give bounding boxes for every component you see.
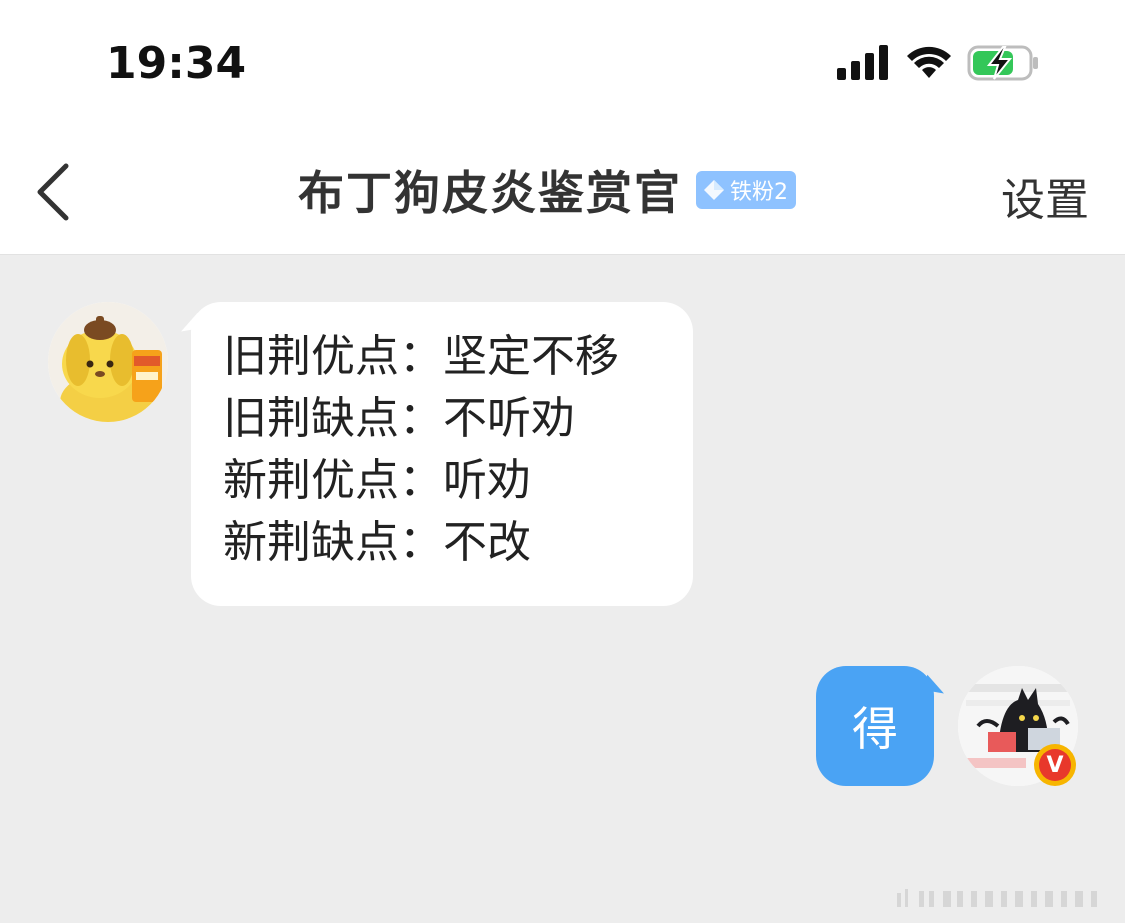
pompompurin-avatar [48, 302, 168, 422]
title-area: 布丁狗皮炎鉴赏官 铁粉2 [298, 154, 796, 226]
back-button[interactable] [30, 160, 80, 224]
fan-level-label: 铁粉2 [730, 180, 788, 205]
verified-badge: V [1034, 744, 1076, 786]
incoming-message-bubble[interactable]: 旧荆优点：坚定不移 旧荆缺点：不听劝 新荆优点：听劝 新荆缺点：不改 [176, 302, 693, 606]
message-text: 得 [852, 702, 898, 756]
verified-badge-letter: V [1039, 749, 1071, 781]
settings-button[interactable]: 设置 [1001, 164, 1089, 228]
signal-icon [837, 45, 888, 80]
message-line: 旧荆优点：坚定不移 [223, 331, 619, 382]
message-line: 旧荆缺点：不听劝 [223, 393, 575, 444]
watermark [897, 889, 1097, 907]
status-time: 19:34 [106, 38, 247, 89]
chat-title: 布丁狗皮炎鉴赏官 [298, 166, 682, 220]
message-line: 新荆缺点：不改 [223, 517, 531, 568]
bubble-tail [921, 674, 949, 698]
battery-charging-icon [967, 45, 1038, 81]
message-line: 新荆优点：听劝 [223, 455, 531, 506]
status-bar: 19:34 [0, 0, 1125, 130]
fan-level-badge: 铁粉2 [696, 171, 796, 209]
chevron-left-icon [37, 163, 69, 221]
sender-avatar[interactable] [48, 302, 168, 422]
diamond-icon [704, 180, 724, 200]
message-text: 旧荆优点：坚定不移 旧荆缺点：不听劝 新荆优点：听劝 新荆缺点：不改 [223, 326, 619, 574]
bubble-tail [176, 312, 204, 336]
nav-bar: 布丁狗皮炎鉴赏官 铁粉2 设置 [0, 130, 1125, 255]
wifi-icon [907, 46, 951, 78]
outgoing-message-bubble[interactable]: 得 [816, 666, 949, 786]
